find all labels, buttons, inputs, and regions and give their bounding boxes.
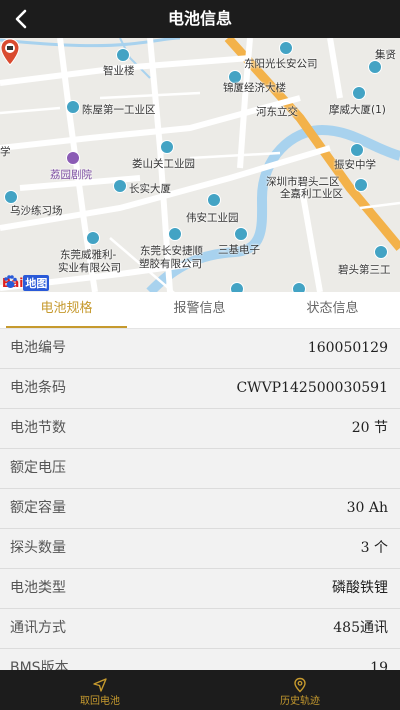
history-track-label: 历史轨迹 (280, 696, 320, 707)
map-label: 三基电子 (218, 244, 260, 256)
spec-row-cell-count: 电池节数 20 节 (0, 409, 400, 449)
spec-value: 160050129 (307, 340, 388, 356)
spec-value: CWVP142500030591 (236, 380, 388, 396)
map-poi-icon[interactable] (234, 227, 248, 241)
map-poi-icon[interactable] (66, 100, 80, 114)
spec-value: 485通讯 (333, 620, 388, 636)
map-view[interactable]: 智业楼 东阳光长安公司 集贤 锦厦经济大楼 陈屋第一工业区 河东立交 摩威大厦(… (0, 38, 400, 292)
map-poi-icon[interactable] (368, 60, 382, 74)
map-label: 东阳光长安公司 (244, 58, 318, 70)
spec-label: 额定容量 (10, 500, 66, 516)
navigation-arrow-icon (93, 678, 107, 692)
map-label: 全嘉利工业区 (280, 188, 343, 200)
spec-row-barcode: 电池条码 CWVP142500030591 (0, 369, 400, 409)
tab-bar: 电池规格 报警信息 状态信息 (0, 292, 400, 329)
map-poi-icon[interactable] (354, 178, 368, 192)
top-bar: 电池信息 (0, 0, 400, 38)
map-label: 振安中学 (334, 159, 376, 171)
history-track-button[interactable]: 历史轨迹 (200, 670, 400, 710)
map-label: 长实大厦 (129, 183, 171, 195)
map-label: 乌沙练习场 (10, 205, 63, 217)
retrieve-battery-button[interactable]: 取回电池 (0, 670, 200, 710)
baidu-paw-icon (4, 275, 17, 288)
map-label: 河东立交 (256, 106, 298, 118)
spec-value: 磷酸铁锂 (332, 580, 388, 596)
spec-label: 电池条码 (10, 380, 66, 396)
tab-battery-specs[interactable]: 电池规格 (0, 292, 133, 328)
map-poi-icon[interactable] (230, 282, 244, 292)
spec-row-battery-number: 电池编号 160050129 (0, 329, 400, 369)
map-label: 摩威大厦(1) (329, 104, 386, 116)
map-poi-icon[interactable] (352, 86, 366, 100)
map-label: 娄山关工业园 (132, 158, 195, 170)
spec-label: 电池节数 (10, 420, 66, 436)
map-poi-icon[interactable] (113, 179, 127, 193)
map-label: 陈屋第一工业区 (82, 104, 156, 116)
spec-label: BMS版本 (10, 660, 69, 670)
map-poi-icon[interactable] (116, 48, 130, 62)
map-poi-icon[interactable] (4, 190, 18, 204)
bottom-bar: 取回电池 历史轨迹 (0, 670, 400, 710)
map-label: 塑胶有限公司 (139, 258, 202, 270)
baidu-logo: Bai 地图 (2, 275, 50, 291)
spec-label: 探头数量 (10, 540, 66, 556)
tab-status-info[interactable]: 状态信息 (266, 292, 399, 328)
map-poi-icon[interactable] (168, 227, 182, 241)
spec-label: 通讯方式 (10, 620, 66, 636)
map-poi-icon[interactable] (292, 282, 306, 292)
spec-row-bms-version: BMS版本 19 (0, 649, 400, 670)
map-poi-icon[interactable] (86, 231, 100, 245)
map-poi-icon[interactable] (374, 245, 388, 259)
map-poi-icon[interactable] (279, 41, 293, 55)
spec-value: 20 节 (351, 420, 388, 436)
map-label: 荔园剧院 (50, 169, 92, 181)
retrieve-battery-label: 取回电池 (80, 696, 120, 707)
location-marker-icon[interactable] (0, 38, 20, 66)
page-title: 电池信息 (167, 9, 232, 28)
spec-row-probe-count: 探头数量 3 个 (0, 529, 400, 569)
map-label: 学 (0, 146, 11, 158)
map-poi-icon[interactable] (350, 143, 364, 157)
spec-value: 3 个 (360, 540, 388, 556)
spec-value: 19 (370, 660, 388, 670)
map-poi-icon[interactable] (207, 193, 221, 207)
tab-alarm-info[interactable]: 报警信息 (133, 292, 266, 328)
theater-poi-icon[interactable] (66, 151, 80, 165)
spec-label: 额定电压 (10, 460, 66, 476)
map-label: 伟安工业园 (186, 212, 239, 224)
spec-list[interactable]: 电池编号 160050129 电池条码 CWVP142500030591 电池节… (0, 329, 400, 670)
map-label: 实业有限公司 (58, 262, 121, 274)
spec-value: 30 Ah (346, 500, 388, 516)
spec-row-comm-mode: 通讯方式 485通讯 (0, 609, 400, 649)
map-label: 碧头第三工 (338, 264, 391, 276)
spec-row-rated-capacity: 额定容量 30 Ah (0, 489, 400, 529)
spec-label: 电池类型 (10, 580, 66, 596)
spec-label: 电池编号 (10, 340, 66, 356)
location-pin-icon (294, 677, 306, 693)
map-label: 锦厦经济大楼 (223, 82, 286, 94)
spec-row-battery-type: 电池类型 磷酸铁锂 (0, 569, 400, 609)
map-label: 智业楼 (103, 65, 135, 77)
map-poi-icon[interactable] (160, 140, 174, 154)
spec-row-rated-voltage: 额定电压 (0, 449, 400, 489)
